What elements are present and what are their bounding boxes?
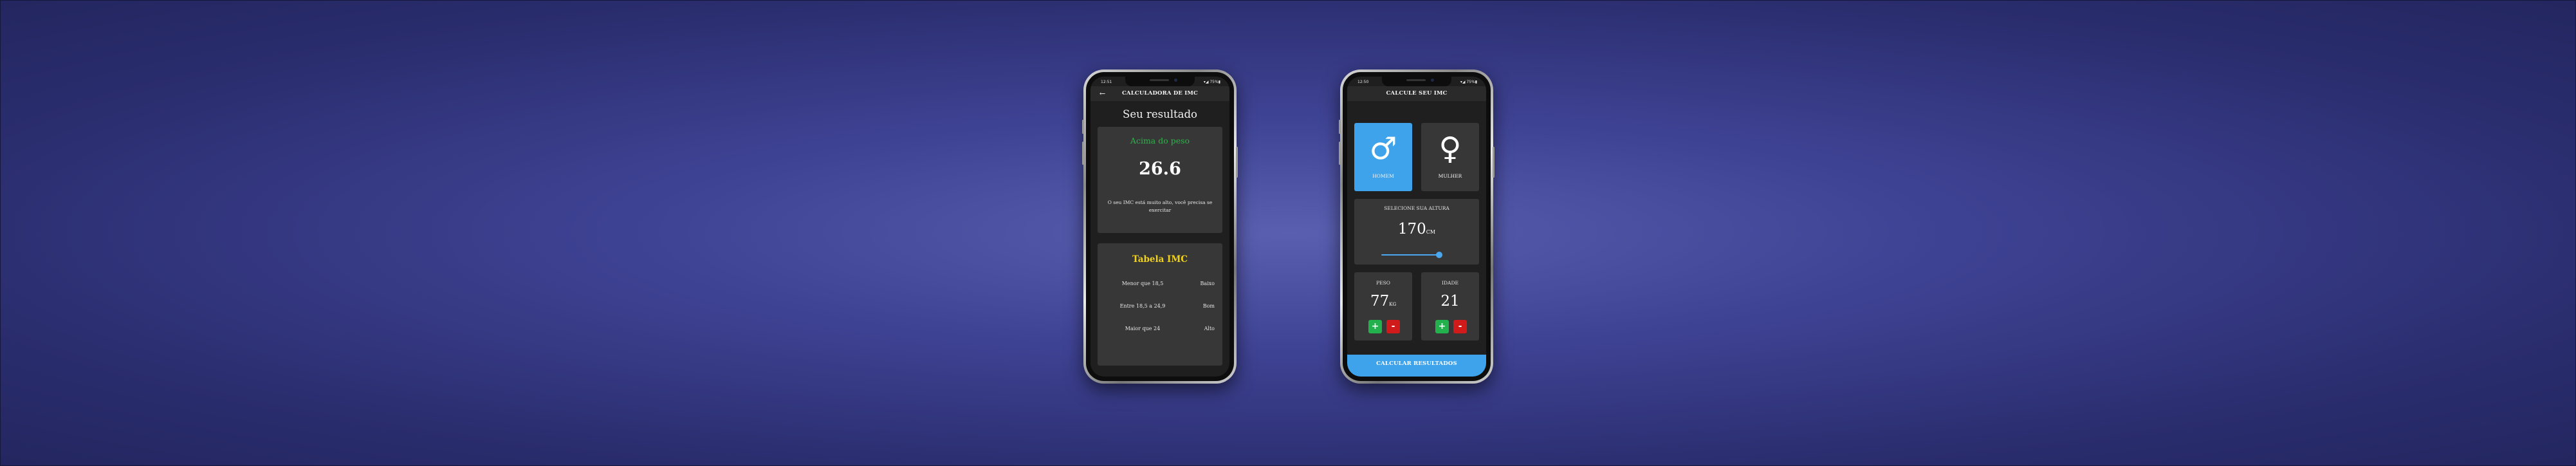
gender-male-card[interactable]: ♂ HOMEM xyxy=(1354,123,1412,191)
row-range: Menor que 18,5 xyxy=(1121,281,1164,286)
female-symbol-icon: ♀ xyxy=(1439,131,1462,167)
row-label: Alto xyxy=(1204,326,1215,331)
height-title: SELECIONE SUA ALTURA xyxy=(1384,205,1449,211)
result-message: O seu IMC está muito alto, você precisa … xyxy=(1107,200,1213,213)
table-row: Entre 18,5 a 24,9 Bom xyxy=(1098,303,1222,311)
app-bar: CALCULE SEU IMC xyxy=(1347,86,1486,101)
weight-unit: KG xyxy=(1389,302,1397,307)
status-icons: ▾◢ 75%▮ xyxy=(1203,80,1220,84)
calculate-button[interactable]: CALCULAR RESULTADOS xyxy=(1347,355,1486,377)
side-button xyxy=(1493,147,1495,178)
app-title: CALCULADORA DE IMC xyxy=(1121,90,1199,97)
result-status: Acima do peso xyxy=(1130,136,1190,145)
weight-card: PESO 77KG + - xyxy=(1354,272,1412,340)
status-icons: ▾◢ 75%▮ xyxy=(1460,80,1477,84)
weight-minus-button[interactable]: - xyxy=(1386,320,1400,333)
page-title: Seu resultado xyxy=(1123,108,1197,120)
weight-value: 77KG xyxy=(1370,293,1397,310)
gender-male-label: HOMEM xyxy=(1372,173,1394,179)
height-slider-thumb[interactable] xyxy=(1436,252,1442,258)
app-title: CALCULE SEU IMC xyxy=(1386,90,1448,97)
phone-result: 12:51 ▾◢ 75%▮ ← CALCULADORA DE IMC Seu r… xyxy=(1082,70,1238,384)
result-screen: 12:51 ▾◢ 75%▮ ← CALCULADORA DE IMC Seu r… xyxy=(1090,77,1229,377)
height-card: SELECIONE SUA ALTURA 170CM xyxy=(1354,199,1479,265)
bmi-value: 26.6 xyxy=(1139,159,1181,179)
male-symbol-icon: ♂ xyxy=(1369,131,1397,167)
calculator-screen: 12:50 ▾◢ 75%▮ CALCULE SEU IMC ♂ HOMEM ♀ … xyxy=(1347,77,1486,377)
row-label: Bom xyxy=(1202,303,1215,309)
age-value: 21 xyxy=(1440,293,1460,310)
notch xyxy=(1125,77,1195,86)
height-value: 170CM xyxy=(1397,221,1436,238)
gender-female-card[interactable]: ♀ MULHER xyxy=(1421,123,1479,191)
age-plus-button[interactable]: + xyxy=(1435,320,1449,333)
age-title: IDADE xyxy=(1442,280,1458,286)
row-range: Entre 18,5 a 24,9 xyxy=(1119,303,1166,309)
table-title: Tabela IMC xyxy=(1132,254,1188,265)
row-label: Baixo xyxy=(1200,281,1215,286)
side-button xyxy=(1339,120,1341,134)
result-card: Acima do peso 26.6 O seu IMC está muito … xyxy=(1098,127,1222,233)
table-row: Maior que 24 Alto xyxy=(1098,326,1222,333)
weight-title: PESO xyxy=(1376,280,1390,286)
height-unit: CM xyxy=(1426,229,1436,235)
notch xyxy=(1382,77,1451,86)
image-frame xyxy=(0,0,2576,466)
phone-calculator: 12:50 ▾◢ 75%▮ CALCULE SEU IMC ♂ HOMEM ♀ … xyxy=(1339,70,1495,384)
app-bar: ← CALCULADORA DE IMC xyxy=(1090,86,1229,101)
side-button xyxy=(1236,147,1238,178)
weight-plus-button[interactable]: + xyxy=(1368,320,1382,333)
side-button xyxy=(1082,142,1084,165)
status-time: 12:51 xyxy=(1101,80,1112,84)
gender-female-label: MULHER xyxy=(1438,173,1462,179)
bmi-table-card: Tabela IMC Menor que 18,5 Baixo Entre 18… xyxy=(1098,243,1222,366)
age-card: IDADE 21 + - xyxy=(1421,272,1479,340)
height-slider-track[interactable] xyxy=(1381,254,1439,256)
arrow-left-icon[interactable]: ← xyxy=(1099,86,1105,101)
status-time: 12:50 xyxy=(1357,80,1369,84)
side-button xyxy=(1082,120,1084,134)
side-button xyxy=(1339,142,1341,165)
age-minus-button[interactable]: - xyxy=(1453,320,1467,333)
table-row: Menor que 18,5 Baixo xyxy=(1098,281,1222,288)
row-range: Maior que 24 xyxy=(1125,326,1161,331)
